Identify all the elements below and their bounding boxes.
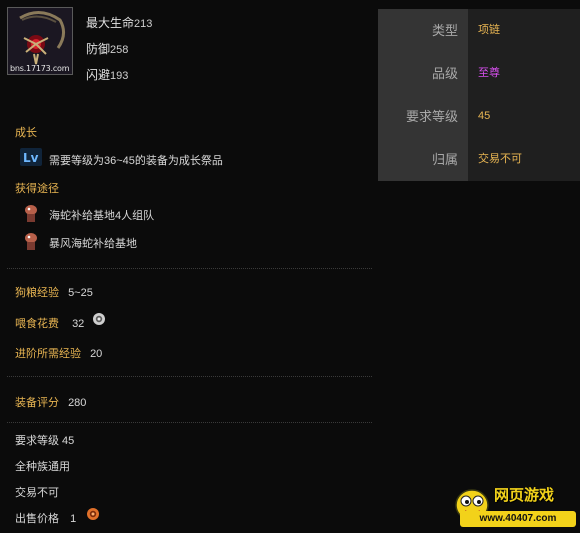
logo-url[interactable]: www.40407.com <box>460 511 576 527</box>
site-logo: 网页游戏 www.40407.com <box>452 480 578 530</box>
info-value: 交易不可 <box>468 138 580 181</box>
trade-restriction: 交易不可 <box>15 487 59 499</box>
sell-price-value: 1 <box>70 513 77 525</box>
stat-defense: 防御258 <box>86 42 129 56</box>
required-level: 要求等级 45 <box>15 435 75 447</box>
growth-text: 需要等级为36~45的装备为成长祭品 <box>49 155 223 167</box>
gear-score-value: 280 <box>68 397 87 409</box>
pet-exp-value: 5~25 <box>68 287 93 299</box>
info-row-type: 类型 项链 <box>378 9 580 52</box>
info-value: 至尊 <box>468 52 580 95</box>
svg-text:Lv: Lv <box>23 151 39 165</box>
obtain-item[interactable]: 暴风海蛇补给基地 <box>49 235 137 251</box>
race-restriction: 全种族通用 <box>15 461 70 473</box>
mob-icon <box>22 203 40 226</box>
info-row-level: 要求等级 45 <box>378 95 580 138</box>
advance-exp-row: 进阶所需经验 20 <box>15 348 103 360</box>
obtain-title: 获得途径 <box>15 183 59 195</box>
copper-coin-icon <box>86 507 100 524</box>
feed-cost-row: 喂食花费 32 <box>15 318 85 330</box>
level-icon: Lv <box>20 148 42 169</box>
mob-icon <box>22 231 40 254</box>
growth-title: 成长 <box>15 127 37 139</box>
info-key: 类型 <box>378 9 468 52</box>
stat-max-hp: 最大生命213 <box>86 16 153 30</box>
silver-coin-icon <box>92 312 106 329</box>
info-row-binding: 归属 交易不可 <box>378 138 580 181</box>
item-icon-necklace: bns.17173.com <box>7 7 73 75</box>
gear-score-row: 装备评分 280 <box>15 397 87 409</box>
sell-price-row: 出售价格 1 <box>15 513 77 525</box>
info-key: 归属 <box>378 138 468 181</box>
info-table: 类型 项链 品级 至尊 要求等级 45 归属 交易不可 <box>378 9 580 181</box>
divider <box>7 376 372 377</box>
logo-title: 网页游戏 <box>494 487 555 504</box>
watermark-text: bns.17173.com <box>10 64 70 73</box>
info-row-grade: 品级 至尊 <box>378 52 580 95</box>
divider <box>7 268 372 269</box>
info-value: 项链 <box>468 9 580 52</box>
feed-cost-value: 32 <box>72 318 85 330</box>
info-value: 45 <box>468 95 580 138</box>
info-key: 品级 <box>378 52 468 95</box>
obtain-item[interactable]: 海蛇补给基地4人组队 <box>49 207 154 223</box>
advance-exp-value: 20 <box>90 348 103 360</box>
divider <box>7 422 372 423</box>
stat-evasion: 闪避193 <box>86 68 129 82</box>
pet-exp-row: 狗粮经验 5~25 <box>15 287 93 299</box>
info-key: 要求等级 <box>378 95 468 138</box>
